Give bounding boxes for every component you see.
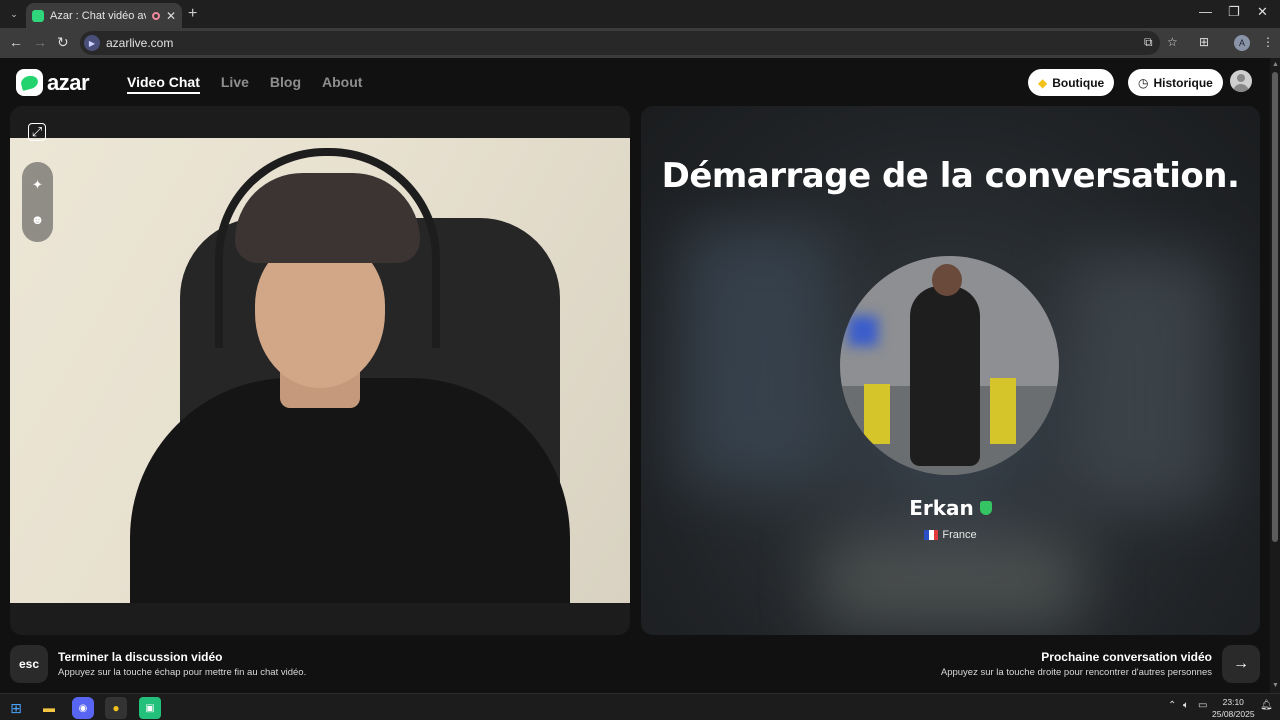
omnibox[interactable]: ▶ azarlive.com xyxy=(80,31,1160,55)
extensions-icon[interactable]: ⊞ xyxy=(1199,35,1209,49)
url-text[interactable]: azarlive.com xyxy=(106,36,173,50)
photo-detail xyxy=(910,286,980,466)
user-profile-icon[interactable] xyxy=(1230,70,1252,92)
photo-detail xyxy=(864,384,890,444)
azar-logo[interactable]: azar xyxy=(16,69,90,96)
notification-bell-icon[interactable]: 🔔︎ xyxy=(1260,700,1273,711)
browser-profile-avatar[interactable]: A xyxy=(1234,35,1250,51)
scroll-up-icon[interactable]: ▲ xyxy=(1272,61,1279,68)
logo-text: azar xyxy=(47,69,90,95)
boutique-label: Boutique xyxy=(1052,75,1105,90)
azar-favicon-icon xyxy=(32,9,44,22)
match-name: Erkan xyxy=(909,496,974,520)
scroll-down-icon[interactable]: ▼ xyxy=(1272,682,1279,689)
self-video-panel: ⤢ ✦ ☻ xyxy=(10,106,630,635)
site-info-icon[interactable]: ▶ xyxy=(84,35,100,51)
windows-start-icon[interactable]: ⊞ xyxy=(5,697,27,719)
side-toolbar: ✦ ☻ xyxy=(22,162,53,242)
end-chat-subtitle: Appuyez sur la touche échap pour mettre … xyxy=(58,667,307,678)
blurred-background xyxy=(1071,256,1221,506)
tab-close-icon[interactable]: ✕ xyxy=(166,9,176,23)
france-flag-icon xyxy=(924,530,939,540)
next-chat-title: Prochaine conversation vidéo xyxy=(1041,650,1212,664)
effects-sparkle-icon[interactable]: ✦ xyxy=(29,176,46,193)
main-nav: Video Chat Live Blog About xyxy=(127,74,362,94)
esc-key-button[interactable]: esc xyxy=(10,645,48,683)
end-chat-title: Terminer la discussion vidéo xyxy=(58,650,223,664)
headset xyxy=(215,148,440,348)
nav-live[interactable]: Live xyxy=(221,74,249,94)
historique-label: Historique xyxy=(1153,75,1213,90)
photo-detail xyxy=(990,378,1016,444)
windows-taskbar: ⊞ ▬ ◉ ● ▣ ⌃ 🔈︎ ▭ 23:10 25/08/2025 🔔︎ xyxy=(0,693,1280,720)
match-panel: Démarrage de la conversation. Erkan Fran… xyxy=(641,106,1260,635)
network-icon[interactable]: ▭ xyxy=(1198,700,1207,711)
browser-menu-icon[interactable]: ⋮ xyxy=(1262,35,1274,49)
match-profile-photo xyxy=(840,256,1059,475)
page-scrollbar[interactable]: ▲ ▼ xyxy=(1270,58,1280,693)
match-country: France xyxy=(942,529,977,541)
discord-icon[interactable]: ◉ xyxy=(72,697,94,719)
restore-button[interactable]: ❐ xyxy=(1228,4,1240,20)
historique-button[interactable]: ◷ Historique xyxy=(1128,69,1223,96)
match-name-row: Erkan xyxy=(641,496,1260,520)
sticker-face-icon[interactable]: ☻ xyxy=(29,211,46,228)
install-app-icon[interactable]: ⧉ xyxy=(1144,35,1153,50)
verified-shield-icon xyxy=(979,501,992,515)
taskbar-clock[interactable]: 23:10 25/08/2025 xyxy=(1212,696,1255,720)
photo-detail xyxy=(848,316,878,346)
volume-icon[interactable]: 🔈︎ xyxy=(1183,700,1189,711)
tab-title: Azar : Chat vidéo avec de n xyxy=(50,9,146,22)
person-body xyxy=(130,378,570,603)
nav-about[interactable]: About xyxy=(322,74,362,94)
browser-tab-bar: ⌄ Azar : Chat vidéo avec de n ✕ + — ❐ ✕ xyxy=(0,0,1280,28)
bookmark-star-icon[interactable]: ☆ xyxy=(1167,35,1178,49)
self-camera-feed xyxy=(10,138,630,603)
connecting-heading: Démarrage de la conversation. xyxy=(661,156,1240,196)
forward-icon[interactable]: → xyxy=(33,34,47,50)
tray-chevron-icon[interactable]: ⌃ xyxy=(1168,700,1176,711)
blurred-background xyxy=(821,536,1081,626)
file-explorer-icon[interactable]: ▬ xyxy=(38,697,60,719)
recording-icon xyxy=(151,11,160,20)
azar-site: azar Video Chat Live Blog About ◆ Boutiq… xyxy=(0,58,1280,693)
address-bar-row: ← → ↻ ▶ azarlive.com ⧉ ☆ ⊞ ⋮ xyxy=(0,28,1280,58)
azar-app-icon[interactable]: ▣ xyxy=(139,697,161,719)
reload-icon[interactable]: ↻ xyxy=(57,34,69,51)
end-chat-hint: Terminer la discussion vidéo Appuyez sur… xyxy=(58,650,306,678)
nav-video-chat[interactable]: Video Chat xyxy=(127,74,200,94)
browser-tab[interactable]: Azar : Chat vidéo avec de n ✕ xyxy=(26,3,182,28)
next-chat-hint: Prochaine conversation vidéo Appuyez sur… xyxy=(941,650,1212,678)
clock-icon: ◷ xyxy=(1138,75,1149,90)
chrome-icon[interactable]: ● xyxy=(105,697,127,719)
tab-search-icon[interactable]: ⌄ xyxy=(6,6,22,22)
azar-logo-icon xyxy=(16,69,43,96)
new-tab-button[interactable]: + xyxy=(188,5,197,23)
close-window-button[interactable]: ✕ xyxy=(1257,4,1268,20)
back-icon[interactable]: ← xyxy=(9,34,23,50)
gem-icon: ◆ xyxy=(1038,75,1048,90)
minimize-button[interactable]: — xyxy=(1199,4,1212,19)
match-country-row: France xyxy=(641,529,1260,541)
scrollbar-thumb[interactable] xyxy=(1272,72,1278,542)
blurred-background xyxy=(681,226,831,486)
clock-date: 25/08/2025 xyxy=(1212,709,1255,719)
clock-time: 23:10 xyxy=(1222,697,1244,707)
photo-detail xyxy=(932,264,962,296)
boutique-button[interactable]: ◆ Boutique xyxy=(1028,69,1115,96)
fullscreen-icon[interactable]: ⤢ xyxy=(28,123,46,141)
next-chat-subtitle: Appuyez sur la touche droite pour rencon… xyxy=(940,667,1212,678)
nav-blog[interactable]: Blog xyxy=(270,74,301,94)
next-arrow-button[interactable]: → xyxy=(1222,645,1260,683)
